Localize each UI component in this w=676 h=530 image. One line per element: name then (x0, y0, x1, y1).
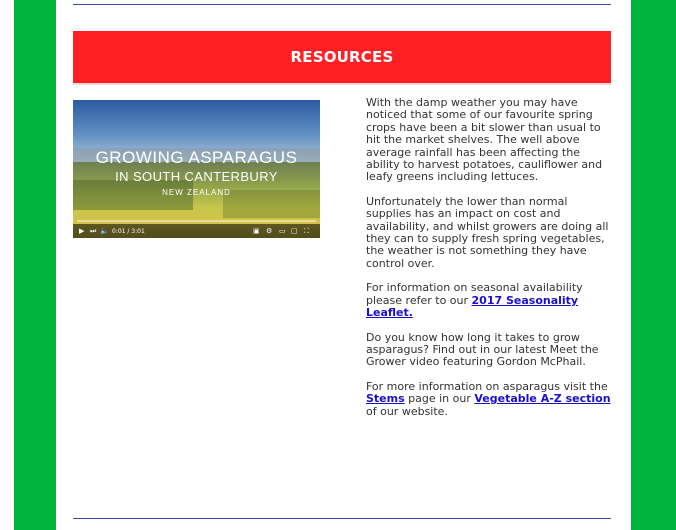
paragraph-weather: With the damp weather you may have notic… (366, 96, 603, 184)
left-green-border (14, 0, 56, 530)
video-player[interactable]: GROWING ASPARAGUS IN SOUTH CANTERBURY NE… (73, 100, 320, 238)
video-progress-bar[interactable] (77, 220, 316, 222)
volume-icon[interactable]: 🔈 (100, 226, 109, 236)
paragraph-supply: Unfortunately the lower than normal supp… (366, 194, 609, 270)
play-icon[interactable]: ▶ (79, 226, 84, 236)
video-controls: ▶ ⏭ 🔈 0:01 / 3:01 ▣ ⚙ ▭ ▢ ⛶ (73, 224, 320, 238)
video-title-line3: NEW ZEALAND (162, 188, 231, 197)
video-time: 0:01 / 3:01 (112, 228, 145, 235)
paragraph-seasonality: For information on seasonal availability… (366, 281, 616, 319)
captions-icon[interactable]: ▣ (253, 226, 260, 236)
miniplayer-icon[interactable]: ▭ (279, 226, 286, 236)
vegetable-az-link[interactable]: Vegetable A-Z section (474, 392, 610, 405)
stems-link[interactable]: Stems (366, 392, 405, 405)
right-green-border (631, 0, 676, 530)
newsletter-page: RESOURCES GROWING ASPARAGUS IN SOUTH CAN… (56, 0, 631, 530)
banner-title: RESOURCES (290, 48, 394, 66)
video-title-line1: GROWING ASPARAGUS (95, 148, 298, 167)
article-text: With the damp weather you may have notic… (366, 96, 616, 430)
more-info-suffix-text: of our website. (366, 404, 448, 418)
video-title-line2: IN SOUTH CANTERBURY (115, 169, 278, 184)
next-icon[interactable]: ⏭ (90, 226, 96, 236)
paragraph-video: Do you know how long it takes to grow as… (366, 330, 599, 369)
cast-icon[interactable]: ▢ (291, 226, 298, 236)
bottom-divider (73, 518, 611, 519)
more-info-text: For more information on asparagus visit … (366, 379, 608, 393)
banner-shadow (73, 83, 611, 85)
resources-banner: RESOURCES (73, 31, 611, 83)
paragraph-more-info: For more information on asparagus visit … (366, 379, 616, 418)
top-divider (73, 4, 611, 5)
more-info-mid-text: page in our (404, 392, 475, 406)
gear-icon[interactable]: ⚙ (266, 226, 272, 236)
fullscreen-icon[interactable]: ⛶ (304, 226, 309, 236)
